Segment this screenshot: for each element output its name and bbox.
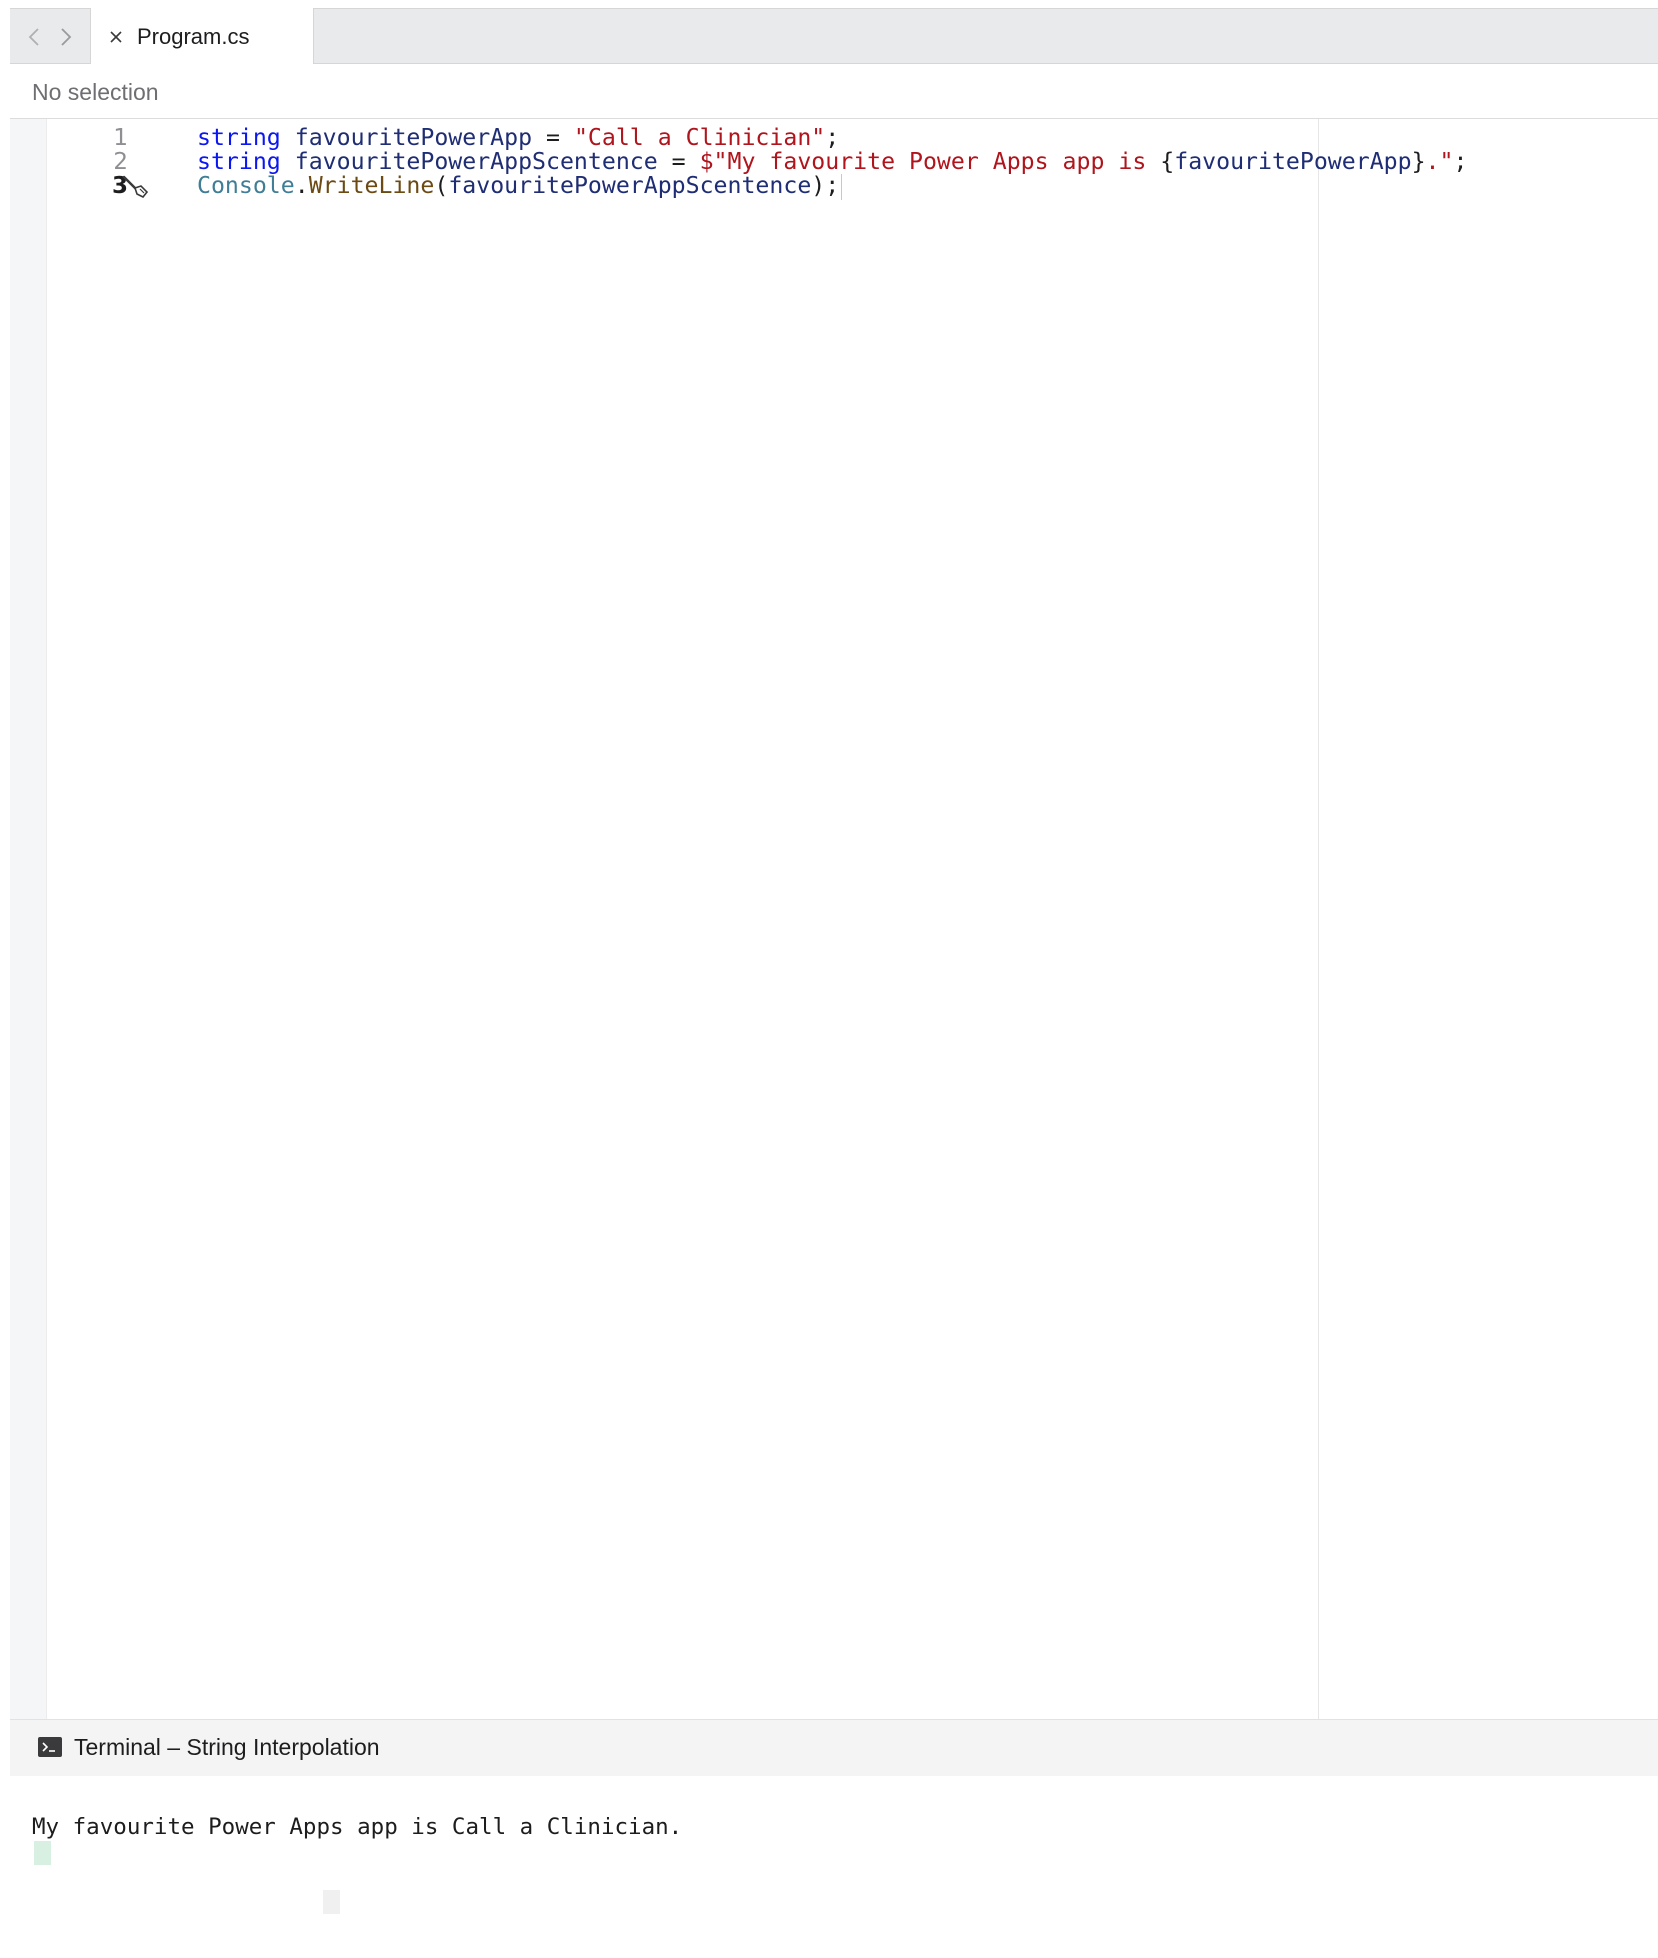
editor-gutter — [10, 119, 47, 1719]
code-token: ( — [434, 172, 449, 199]
window-edge — [0, 0, 10, 1958]
chevron-left-icon[interactable] — [25, 23, 43, 51]
terminal-output: My favourite Power Apps app is Call a Cl… — [32, 1814, 683, 1840]
code-token: Console — [197, 172, 295, 199]
code-line-3[interactable]: 3 Console.WriteLine(favouritePowerAppSce… — [10, 171, 1658, 201]
navigation-arrows — [10, 9, 90, 65]
line-number-current: 3 — [111, 173, 128, 199]
chevron-right-icon[interactable] — [57, 23, 75, 51]
terminal-cursor — [34, 1841, 51, 1865]
tab-bar: Program.cs — [10, 8, 1658, 65]
breadcrumb-text: No selection — [32, 79, 159, 105]
terminal-panel[interactable]: My favourite Power Apps app is Call a Cl… — [10, 1776, 1658, 1958]
tab-program-cs[interactable]: Program.cs — [90, 8, 314, 65]
terminal-icon — [38, 1737, 62, 1757]
code-token: . — [294, 172, 309, 199]
code-editor[interactable]: 1 string favouritePowerApp = "Call a Cli… — [10, 119, 1658, 1719]
terminal-selection-block — [323, 1890, 340, 1914]
code-token: WriteLine — [308, 172, 435, 199]
tab-label: Program.cs — [137, 23, 250, 49]
fix-it-icon[interactable] — [121, 174, 151, 200]
code-text[interactable]: Console.WriteLine(favouritePowerAppScent… — [197, 171, 843, 201]
text-caret — [841, 173, 843, 200]
code-token: favouritePowerAppScentence — [448, 172, 812, 199]
close-icon[interactable] — [105, 26, 127, 48]
terminal-title: Terminal – String Interpolation — [74, 1734, 380, 1760]
breadcrumb: No selection — [10, 64, 1658, 119]
code-token: ); — [811, 172, 840, 199]
terminal-header: Terminal – String Interpolation — [10, 1719, 1658, 1776]
page-guide-line — [1318, 119, 1319, 1719]
